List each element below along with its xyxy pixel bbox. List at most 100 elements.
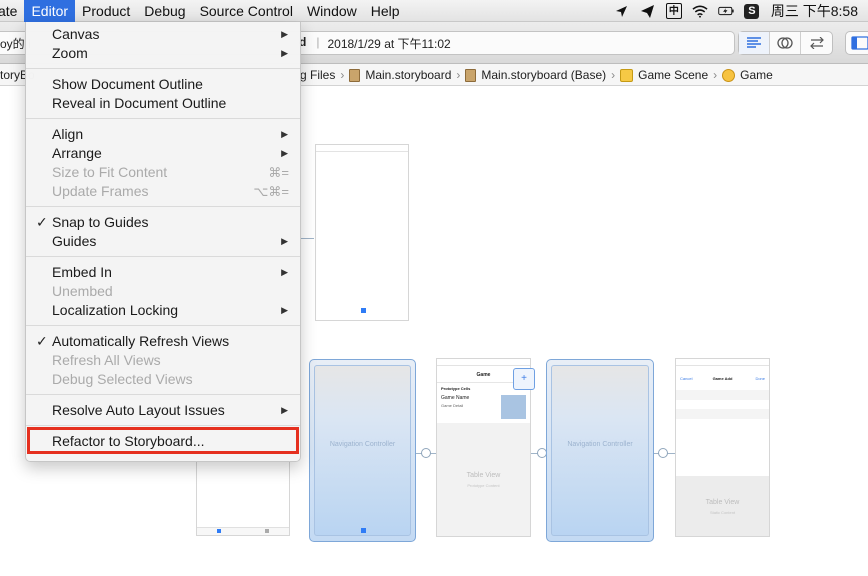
submenu-arrow-icon: ▶ — [281, 48, 288, 58]
navigation-icon[interactable] — [614, 3, 630, 19]
version-editor-button[interactable] — [801, 32, 832, 54]
menu-item-show-document-outline[interactable]: Show Document Outline — [26, 75, 300, 94]
app-s-icon[interactable]: S — [744, 3, 760, 19]
menu-separator — [26, 68, 300, 69]
jump-crumb-game-scene[interactable]: Game Scene — [638, 68, 708, 82]
menu-window[interactable]: Window — [300, 0, 364, 22]
jump-crumb-storyboard-base[interactable]: Main.storyboard (Base) — [481, 68, 606, 82]
scene-top-header — [316, 145, 408, 152]
menu-item-reveal-in-outline[interactable]: Reveal in Document Outline — [26, 94, 300, 113]
jump-crumb-game[interactable]: Game — [740, 68, 773, 82]
editor-mode-segment — [738, 31, 833, 55]
done-bar-button[interactable]: Done — [755, 376, 765, 381]
table-view-label: Table View — [466, 472, 501, 479]
menu-item-snap-label: Snap to Guides — [52, 214, 149, 230]
scene-top[interactable] — [315, 144, 409, 321]
jump-crumb-group[interactable]: g Files — [300, 68, 335, 82]
submenu-arrow-icon: ▶ — [281, 267, 288, 277]
menu-item-unembed-label: Unembed — [52, 283, 113, 299]
status-area: 中 S 周三 下午8:58 — [609, 0, 868, 22]
menu-item-embed-label: Embed In — [52, 264, 112, 280]
menu-bar: ate Editor Product Debug Source Control … — [0, 0, 868, 22]
chevron-right-icon: › — [340, 68, 345, 82]
menu-source-control[interactable]: Source Control — [193, 0, 300, 22]
add-bar-button[interactable]: + — [513, 368, 535, 390]
navigation-controller-1[interactable]: Navigation Controller — [309, 359, 416, 542]
menu-separator — [26, 256, 300, 257]
menu-item-align-label: Align — [52, 126, 84, 142]
menu-item-reveal-outline-label: Reveal in Document Outline — [52, 95, 227, 111]
menu-item-snap-to-guides[interactable]: ✓ Snap to Guides — [26, 213, 300, 232]
assistant-editor-button[interactable] — [770, 32, 801, 54]
game-name-label: Game Name — [441, 395, 470, 401]
nav-controller-1-label: Navigation Controller — [329, 441, 396, 449]
view-controller-icon — [722, 68, 736, 82]
menu-item-embed-in[interactable]: Embed In ▶ — [26, 263, 300, 282]
tabbar-item-icon — [361, 308, 366, 313]
menu-debug[interactable]: Debug — [137, 0, 192, 22]
menu-item-arrange-label: Arrange — [52, 145, 102, 161]
submenu-arrow-icon: ▶ — [281, 236, 288, 246]
panel-toggle-segment — [845, 31, 868, 55]
scene-game-header — [437, 359, 530, 366]
menu-separator — [26, 118, 300, 119]
battery-icon[interactable] — [718, 3, 734, 19]
jump-crumbs: g Files › Main.storyboard › Main.storybo… — [300, 68, 773, 82]
submenu-arrow-icon: ▶ — [281, 148, 288, 158]
menubar-clock[interactable]: 周三 下午8:58 — [765, 1, 868, 21]
menu-separator — [26, 425, 300, 426]
menu-item-debug-selected-views: Debug Selected Views — [26, 370, 300, 389]
navigator-toggle-button[interactable] — [846, 32, 868, 54]
input-method-icon[interactable]: 中 — [665, 3, 682, 19]
menu-item-guides-label: Guides — [52, 233, 97, 249]
menu-item-zoom[interactable]: Zoom ▶ — [26, 44, 300, 63]
menu-help[interactable]: Help — [364, 0, 407, 22]
menu-item-show-outline-label: Show Document Outline — [52, 76, 203, 92]
submenu-arrow-icon: ▶ — [281, 129, 288, 139]
chevron-right-icon: › — [611, 68, 616, 82]
standard-editor-button[interactable] — [739, 32, 770, 54]
menu-xcode-partial[interactable]: ate — [0, 0, 24, 22]
submenu-arrow-icon: ▶ — [281, 405, 288, 415]
wifi-icon[interactable] — [692, 3, 708, 19]
menu-item-resolve-auto-layout[interactable]: Resolve Auto Layout Issues ▶ — [26, 401, 300, 420]
menu-item-align[interactable]: Align ▶ — [26, 125, 300, 144]
menu-separator — [26, 394, 300, 395]
menu-item-zoom-label: Zoom — [52, 45, 88, 61]
scene-game-add[interactable]: Cancel Game Add Done Table View Static C… — [675, 358, 770, 537]
checkmark-icon: ✓ — [36, 333, 48, 349]
activity-separator: | — [316, 35, 320, 49]
menu-item-localization-label: Localization Locking — [52, 302, 179, 318]
menu-item-unembed: Unembed — [26, 282, 300, 301]
shortcut-label: ⌥⌘= — [253, 184, 289, 199]
menu-item-refresh-all-views: Refresh All Views — [26, 351, 300, 370]
table-view-label-2: Table View — [705, 499, 740, 506]
menu-item-localization-locking[interactable]: Localization Locking ▶ — [26, 301, 300, 320]
scene-game-add-header — [676, 359, 769, 366]
activity-timestamp: 2018/1/29 at 下午11:02 — [327, 37, 451, 51]
submenu-arrow-icon: ▶ — [281, 305, 288, 315]
jump-crumb-storyboard[interactable]: Main.storyboard — [365, 68, 451, 82]
menu-item-guides[interactable]: Guides ▶ — [26, 232, 300, 251]
menu-item-auto-refresh-label: Automatically Refresh Views — [52, 333, 230, 349]
menu-item-canvas[interactable]: Canvas ▶ — [26, 25, 300, 44]
segue-icon[interactable] — [421, 448, 431, 458]
send-icon[interactable] — [640, 3, 656, 19]
menu-item-size-to-fit-label: Size to Fit Content — [52, 164, 168, 180]
cell-image-view[interactable] — [501, 395, 526, 419]
menu-item-update-frames: Update Frames ⌥⌘= — [26, 182, 300, 201]
game-detail-label: Game Detail — [441, 403, 464, 408]
submenu-arrow-icon: ▶ — [281, 29, 288, 39]
menu-item-arrange[interactable]: Arrange ▶ — [26, 144, 300, 163]
segue-line — [300, 238, 314, 239]
shortcut-label: ⌘= — [268, 165, 289, 180]
menu-item-debug-selected-label: Debug Selected Views — [52, 371, 193, 387]
editor-menu: Canvas ▶ Zoom ▶ Show Document Outline Re… — [25, 22, 301, 462]
menu-editor[interactable]: Editor — [24, 0, 76, 22]
menu-item-auto-refresh-views[interactable]: ✓ Automatically Refresh Views — [26, 332, 300, 351]
segue-icon[interactable] — [658, 448, 668, 458]
menu-product[interactable]: Product — [75, 0, 137, 22]
scene-game-table[interactable]: Game + Prototype Cells Game Name Game De… — [436, 358, 535, 537]
navigation-controller-2[interactable]: Navigation Controller — [546, 359, 654, 542]
static-content-label: Static Content — [709, 510, 736, 515]
